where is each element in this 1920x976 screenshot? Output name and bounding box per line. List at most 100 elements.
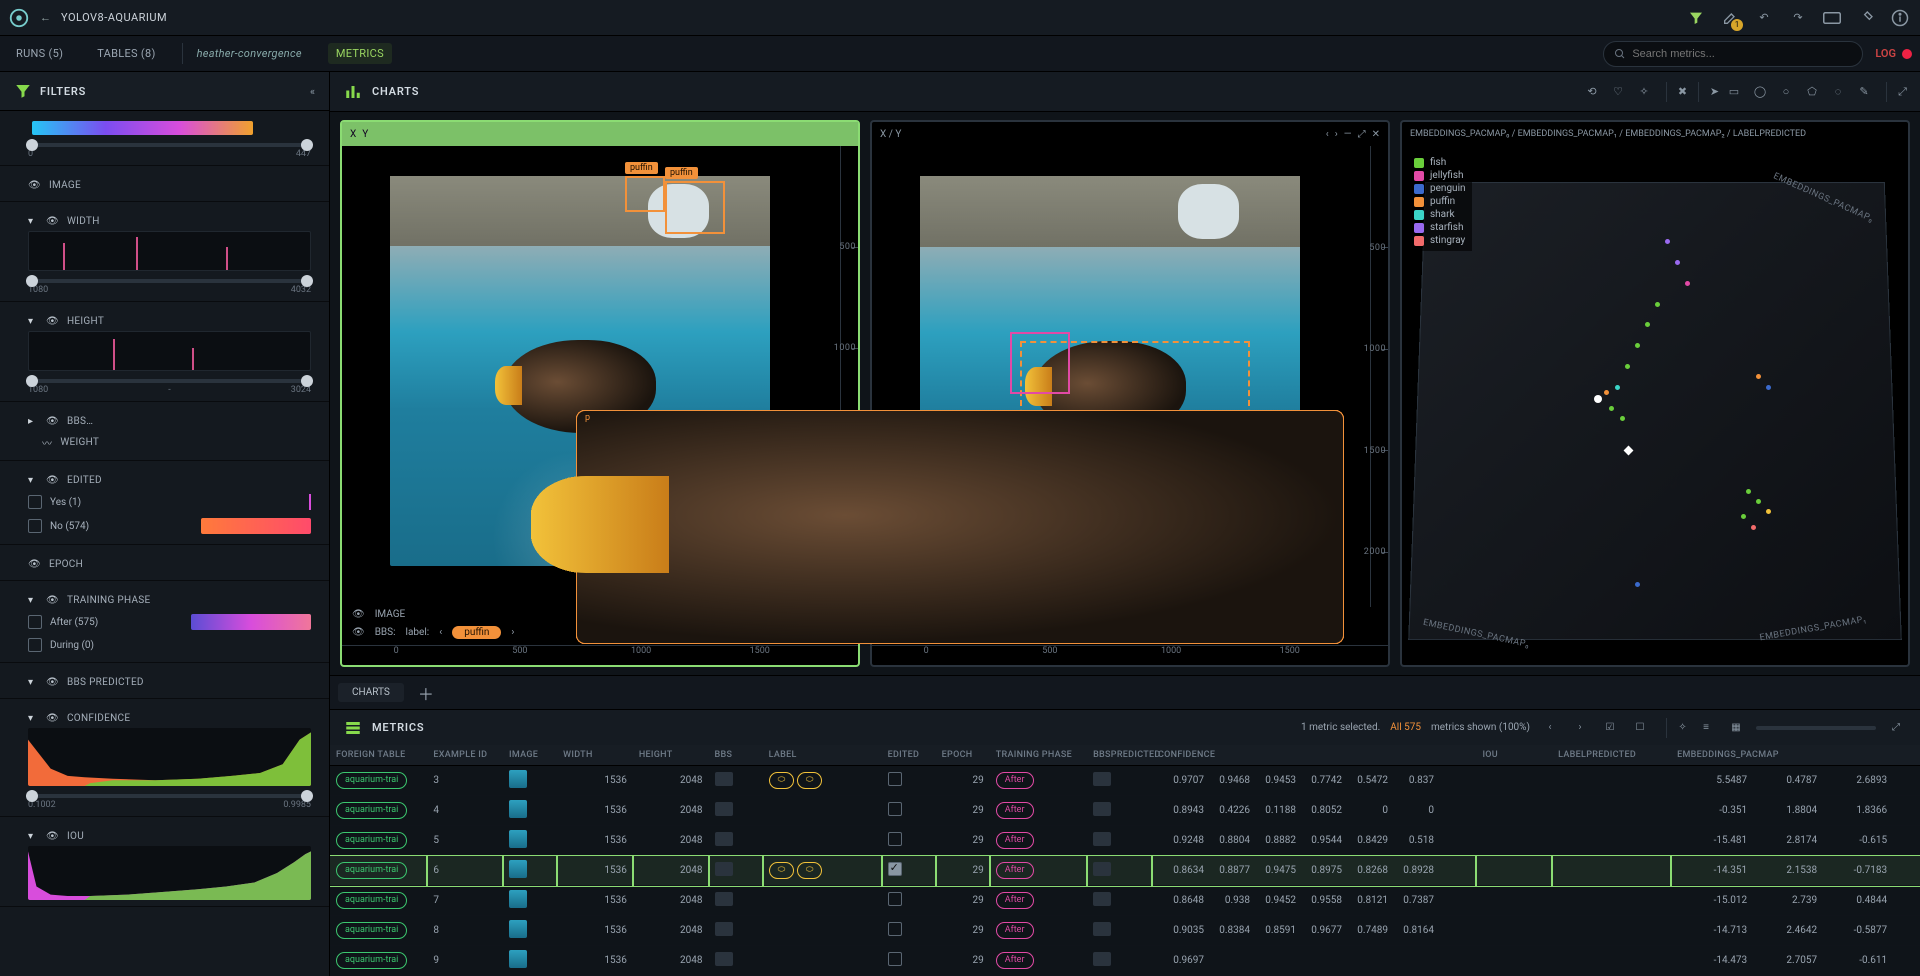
table-row[interactable]: aquarium-trai 5 1536 2048 puffin 29 Afte… bbox=[330, 826, 1920, 856]
panel-minimize-icon[interactable]: — bbox=[1344, 129, 1352, 140]
search-metrics[interactable] bbox=[1603, 41, 1863, 67]
chart-tabstrip: CHARTS ＋ bbox=[330, 675, 1920, 709]
scatter-legend: fish jellyfish penguin puffin shark star… bbox=[1408, 152, 1472, 251]
eye-icon[interactable]: 👁 bbox=[46, 416, 59, 427]
circle-icon[interactable]: ○ bbox=[1776, 82, 1796, 102]
checkbox-yes[interactable] bbox=[28, 495, 42, 509]
expand-metrics-icon[interactable]: ⤢ bbox=[1886, 718, 1906, 738]
rect-select-icon[interactable]: ▭ bbox=[1724, 82, 1744, 102]
table-row[interactable]: aquarium-trai 3 1536 2048 ⬭ ⬭ 29 After 0… bbox=[330, 766, 1920, 796]
eye-icon[interactable]: 👁 bbox=[46, 316, 59, 327]
panel3-title: EMBEDDINGS_PACMAP₀ / EMBEDDINGS_PACMAP₁ … bbox=[1410, 129, 1806, 139]
refresh-icon[interactable]: ⟲ bbox=[1582, 82, 1602, 102]
undo-icon[interactable]: ↶ bbox=[1752, 6, 1776, 30]
prev-arrow-icon[interactable]: ‹ bbox=[439, 627, 442, 638]
eye-icon[interactable]: 👁 bbox=[28, 559, 41, 570]
cursor-icon[interactable]: ➤ bbox=[1698, 82, 1718, 102]
caret-right-icon[interactable]: ▸ bbox=[28, 416, 38, 427]
lasso-icon[interactable]: ◯ bbox=[1750, 82, 1770, 102]
heart-icon[interactable]: ♡ bbox=[1608, 82, 1628, 102]
pen-icon[interactable]: ✎ bbox=[1854, 82, 1874, 102]
caret-down-icon[interactable]: ▾ bbox=[28, 595, 38, 606]
tab-metrics[interactable]: METRICS bbox=[328, 43, 392, 64]
checkbox-during[interactable] bbox=[28, 638, 42, 652]
redo-icon[interactable]: ↷ bbox=[1786, 6, 1810, 30]
log-label: LOG bbox=[1875, 47, 1896, 60]
checkbox-no[interactable] bbox=[28, 519, 42, 533]
eye-icon[interactable]: 👁 bbox=[46, 216, 59, 227]
breadcrumb-pipeline[interactable]: heather-convergence bbox=[182, 43, 310, 64]
filters-title: FILTERS bbox=[40, 85, 86, 98]
panel-close-icon[interactable]: ✕ bbox=[1372, 129, 1380, 140]
filter-width-label: WIDTH bbox=[67, 216, 100, 227]
table-row[interactable]: aquarium-trai 8 1536 2048 puffin 29 Afte… bbox=[330, 916, 1920, 946]
page-prev-icon[interactable]: ‹ bbox=[1540, 718, 1560, 738]
panel-maximize-icon[interactable]: ⤢ bbox=[1358, 129, 1366, 140]
next-arrow-icon[interactable]: › bbox=[511, 627, 514, 638]
list-view-icon[interactable]: ≡ bbox=[1696, 718, 1716, 738]
delete-panel-icon[interactable]: ✖ bbox=[1666, 82, 1686, 102]
grid-view-icon[interactable]: ▦ bbox=[1726, 718, 1746, 738]
caret-down-icon[interactable]: ▾ bbox=[28, 216, 38, 227]
search-input[interactable] bbox=[1632, 48, 1852, 60]
keyboard-icon[interactable] bbox=[1820, 6, 1844, 30]
filter-confidence-label: CONFIDENCE bbox=[67, 713, 130, 724]
eye-icon[interactable]: 👁 bbox=[46, 831, 59, 842]
table-row[interactable]: aquarium-trai 4 1536 2048 puffin 29 Afte… bbox=[330, 796, 1920, 826]
metrics-table-wrap: FOREIGN TABLE EXAMPLE ID IMAGE WIDTH HEI… bbox=[330, 745, 1920, 976]
tool-icon[interactable] bbox=[1854, 6, 1878, 30]
table-row[interactable]: aquarium-trai 9 1536 2048 puffin 29 Afte… bbox=[330, 946, 1920, 976]
collapse-sidebar-icon[interactable]: « bbox=[310, 85, 315, 98]
eye-icon[interactable]: 👁 bbox=[352, 609, 365, 620]
table-row[interactable]: aquarium-trai 6 1536 2048 ⬭ ⬭ 29 After 0… bbox=[330, 856, 1920, 886]
eye-icon[interactable]: 👁 bbox=[28, 180, 41, 191]
range-slider[interactable] bbox=[28, 143, 311, 147]
width-slider[interactable] bbox=[28, 279, 311, 283]
caret-down-icon[interactable]: ▾ bbox=[28, 316, 38, 327]
tab-runs[interactable]: RUNS (5) bbox=[8, 43, 71, 64]
confidence-histogram bbox=[28, 728, 311, 786]
eye-icon[interactable]: 👁 bbox=[46, 677, 59, 688]
caret-down-icon[interactable]: ▾ bbox=[28, 713, 38, 724]
height-slider[interactable] bbox=[28, 379, 311, 383]
eye-icon[interactable]: 👁 bbox=[46, 475, 59, 486]
width-histogram bbox=[28, 231, 311, 271]
poly-icon[interactable]: ⬠ bbox=[1802, 82, 1822, 102]
embedding-scatter[interactable]: fish jellyfish penguin puffin shark star… bbox=[1402, 146, 1908, 665]
deselect-icon[interactable]: ☐ bbox=[1630, 718, 1650, 738]
caret-down-icon[interactable]: ▾ bbox=[28, 831, 38, 842]
weight-icon: 〰 bbox=[42, 435, 52, 450]
info-icon[interactable] bbox=[1888, 6, 1912, 30]
eye-icon[interactable]: 👁 bbox=[352, 627, 365, 638]
filters-sidebar: FILTERS « 0447 👁IMAGE ▾👁WIDTH 10804032 ▾… bbox=[0, 72, 330, 976]
checkbox-after[interactable] bbox=[28, 615, 42, 629]
panel2-title: X / Y bbox=[880, 129, 901, 140]
add-chart-tab-icon[interactable]: ＋ bbox=[410, 681, 442, 705]
eye-icon[interactable]: 👁 bbox=[46, 713, 59, 724]
expand-icon[interactable]: ⤢ bbox=[1886, 82, 1906, 102]
charts-icon bbox=[344, 83, 362, 101]
chart-tab-charts[interactable]: CHARTS bbox=[338, 683, 404, 702]
edit-icon[interactable]: 1 bbox=[1718, 6, 1742, 30]
settings-icon[interactable]: ✧ bbox=[1666, 718, 1686, 738]
caret-down-icon[interactable]: ▾ bbox=[28, 475, 38, 486]
table-row[interactable]: aquarium-trai 7 1536 2048 puffin puffin … bbox=[330, 886, 1920, 916]
tab-tables[interactable]: TABLES (8) bbox=[89, 43, 163, 64]
caret-down-icon[interactable]: ▾ bbox=[28, 677, 38, 688]
wand-icon[interactable]: ✧ bbox=[1634, 82, 1654, 102]
eye-icon[interactable]: 👁 bbox=[46, 595, 59, 606]
filter-header-icon[interactable] bbox=[1684, 6, 1708, 30]
status-post: metrics shown (100%) bbox=[1431, 722, 1530, 733]
confidence-slider[interactable] bbox=[28, 794, 311, 798]
select-all-icon[interactable]: ☑ bbox=[1600, 718, 1620, 738]
panel-next-icon[interactable]: › bbox=[1335, 129, 1338, 140]
charts-title: CHARTS bbox=[372, 85, 419, 98]
log-button[interactable]: LOG bbox=[1875, 47, 1912, 60]
back-arrow-icon[interactable]: ← bbox=[40, 11, 51, 24]
label-chip[interactable]: puffin bbox=[452, 626, 501, 639]
second-bar: RUNS (5) TABLES (8) heather-convergence … bbox=[0, 36, 1920, 72]
dotted-circle-icon[interactable]: ◌ bbox=[1828, 82, 1848, 102]
panel-prev-icon[interactable]: ‹ bbox=[1326, 129, 1329, 140]
search-icon bbox=[1614, 48, 1626, 60]
page-next-icon[interactable]: › bbox=[1570, 718, 1590, 738]
